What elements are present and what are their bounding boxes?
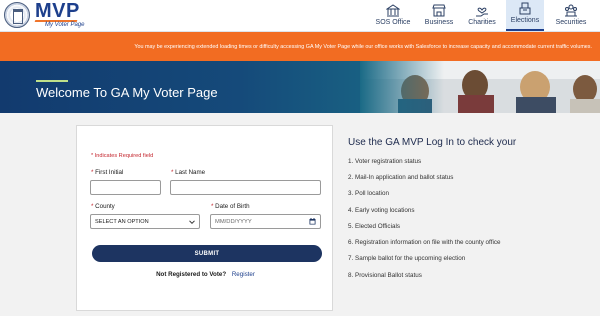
info-heading: Use the GA MVP Log In to check your — [348, 137, 517, 148]
hand-heart-icon — [476, 7, 488, 17]
first-initial-field[interactable] — [90, 180, 161, 195]
list-item: 7. Sample ballot for the upcoming electi… — [348, 255, 466, 263]
required-field-note: * Indicates Required field — [91, 153, 154, 159]
dob-label: * Date of Birth — [211, 203, 250, 210]
ballot-box-icon — [519, 2, 531, 15]
county-selected-value: SELECT AN OPTION — [95, 218, 149, 225]
store-icon — [432, 4, 446, 17]
login-form-card: * Indicates Required field * First Initi… — [76, 125, 333, 311]
first-initial-label: * First Initial — [91, 169, 124, 176]
date-of-birth-field[interactable]: MM/DD/YYYY — [210, 214, 321, 229]
nav-label: Business — [424, 19, 454, 26]
hero-photo — [360, 61, 600, 113]
alert-banner: You may be experiencing extended loading… — [0, 32, 600, 61]
nav-sos-office[interactable]: SOS Office — [372, 0, 414, 31]
register-question: Not Registered to Vote? — [156, 271, 227, 278]
county-select[interactable]: SELECT AN OPTION — [90, 214, 200, 229]
list-item: 5. Elected Officials — [348, 222, 401, 230]
register-link[interactable]: Register — [232, 271, 255, 278]
county-label: * County — [91, 203, 115, 210]
hero-accent-rule — [36, 80, 68, 82]
list-item: 3. Poll location — [348, 190, 389, 198]
last-name-label: * Last Name — [171, 169, 206, 176]
nav-label: SOS Office — [375, 19, 411, 26]
logo-subtitle: My Voter Page — [45, 22, 85, 28]
submit-button[interactable]: SUBMIT — [92, 245, 322, 262]
dob-placeholder: MM/DD/YYYY — [215, 218, 252, 225]
nav-elections[interactable]: Elections — [506, 0, 544, 31]
people-icon — [565, 4, 577, 17]
nav-charities[interactable]: Charities — [463, 0, 501, 31]
list-item: 4. Early voting locations — [348, 206, 415, 214]
calendar-icon[interactable] — [309, 218, 316, 225]
nav-label: Securities — [555, 19, 587, 26]
alert-text: You may be experiencing extended loading… — [134, 43, 592, 50]
chevron-down-icon — [189, 219, 195, 224]
page-title: Welcome To GA My Voter Page — [36, 85, 218, 100]
nav-business[interactable]: Business — [420, 0, 458, 31]
state-seal-icon[interactable] — [4, 2, 30, 28]
list-item: 8. Provisional Ballot status — [348, 271, 422, 279]
list-item: 6. Registration information on file with… — [348, 239, 501, 247]
nav-label: Elections — [510, 17, 540, 24]
nav-label: Charities — [468, 19, 496, 26]
list-item: 1. Voter registration status — [348, 157, 422, 165]
building-icon — [386, 4, 400, 17]
hero-banner: Welcome To GA My Voter Page — [0, 61, 600, 113]
mvp-logo[interactable]: MVP — [35, 1, 80, 21]
last-name-field[interactable] — [170, 180, 321, 195]
register-row: Not Registered to Vote? Register — [77, 271, 334, 278]
info-list: 1. Voter registration status 2. Mail-In … — [348, 153, 501, 283]
nav-securities[interactable]: Securities — [550, 0, 592, 31]
list-item: 2. Mail-In application and ballot status — [348, 173, 454, 181]
site-header: MVP My Voter Page SOS Office Business Ch… — [0, 0, 600, 32]
